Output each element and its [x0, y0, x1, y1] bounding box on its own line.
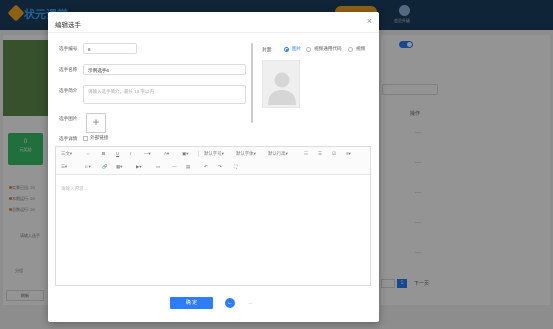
table-button[interactable]: ▭	[156, 164, 160, 170]
cover-label: 封面:	[262, 47, 273, 52]
number-field[interactable]: 6	[83, 43, 137, 54]
next-arrow-icon[interactable]: →	[245, 298, 255, 308]
toolbar-divider	[198, 151, 199, 157]
cover-option-image[interactable]: 图片	[292, 46, 301, 52]
image-dropdown[interactable]: ▦▾	[116, 164, 122, 170]
editor-placeholder: 请输入内容...	[61, 186, 88, 191]
cover-radio-image[interactable]	[284, 47, 289, 52]
prev-arrow-icon[interactable]: ←	[225, 298, 235, 308]
undo-button[interactable]: ↶	[204, 164, 208, 170]
editor-toolbar: 三文▾ ⇔ B U I —▾ A▾ ▣▾ 默认字号▾ 默认字体▾ 默认行高▾ ☷…	[56, 147, 370, 175]
video-dropdown[interactable]: ▶▾	[136, 164, 142, 170]
name-field[interactable]: 示例选手6	[83, 64, 246, 75]
unordered-list-button[interactable]: ☷	[304, 151, 308, 157]
font-size-dropdown[interactable]: 默认字号▾	[204, 151, 224, 157]
name-label: 选手名称	[59, 67, 78, 72]
fullscreen-button[interactable]: ⛶	[234, 164, 237, 169]
paragraph-style-dropdown[interactable]: 三文▾	[61, 151, 72, 157]
ordered-list-button[interactable]: ☰	[318, 151, 322, 157]
divider-button[interactable]: —	[172, 164, 176, 169]
todo-button[interactable]: ☑	[332, 151, 336, 157]
number-label: 选手编号	[59, 46, 78, 51]
italic-button[interactable]: I	[130, 151, 131, 156]
detail-label: 选手详情	[59, 136, 78, 141]
emoji-dropdown[interactable]: ☺▾	[84, 164, 91, 170]
link-button[interactable]: 🔗	[102, 164, 107, 170]
edit-contestant-dialog: 编辑选手 × 选手编号 6 选手名称 示例选手6 选手简介 请输入选手简介，最长…	[48, 12, 379, 322]
confirm-button[interactable]: 确 定	[170, 297, 213, 309]
rich-text-editor[interactable]: 三文▾ ⇔ B U I —▾ A▾ ▣▾ 默认字号▾ 默认字体▾ 默认行高▾ ☷…	[55, 146, 371, 286]
cover-placeholder-image[interactable]	[262, 60, 300, 108]
image-label: 选手图片	[59, 116, 78, 121]
format-painter-button[interactable]: ⇔	[86, 151, 90, 156]
dialog-title: 编辑选手	[55, 22, 81, 29]
redo-button[interactable]: ↷	[218, 164, 222, 170]
external-link-checkbox[interactable]	[83, 136, 88, 141]
bold-button[interactable]: B	[102, 151, 105, 156]
avatar-placeholder-icon	[263, 61, 299, 107]
intro-label: 选手简介	[59, 88, 78, 93]
cover-option-video[interactable]: 视频	[356, 46, 365, 52]
heading-dropdown[interactable]: ☰▾	[61, 164, 67, 170]
cover-radio-video-code[interactable]	[306, 47, 311, 52]
form-scrollbar[interactable]	[251, 43, 253, 123]
underline-button[interactable]: U	[116, 151, 119, 156]
cover-radio-video[interactable]	[348, 47, 353, 52]
add-image-button[interactable]: +	[86, 113, 106, 133]
font-color-dropdown[interactable]: A▾	[164, 151, 169, 157]
code-button[interactable]: ▤	[186, 164, 190, 170]
strike-dropdown[interactable]: —▾	[144, 151, 151, 157]
font-family-dropdown[interactable]: 默认字体▾	[236, 151, 256, 157]
title-divider	[48, 32, 379, 33]
intro-textarea[interactable]: 请输入选手简介，最长 10 字以内	[83, 85, 246, 104]
external-link-label[interactable]: 外部链接	[90, 135, 108, 141]
close-icon[interactable]: ×	[367, 16, 372, 26]
cover-option-video-code[interactable]: 视频通用代码	[314, 46, 342, 52]
align-dropdown[interactable]: ≡▾	[346, 151, 351, 157]
background-color-dropdown[interactable]: ▣▾	[182, 151, 188, 157]
line-height-dropdown[interactable]: 默认行高▾	[268, 151, 288, 157]
